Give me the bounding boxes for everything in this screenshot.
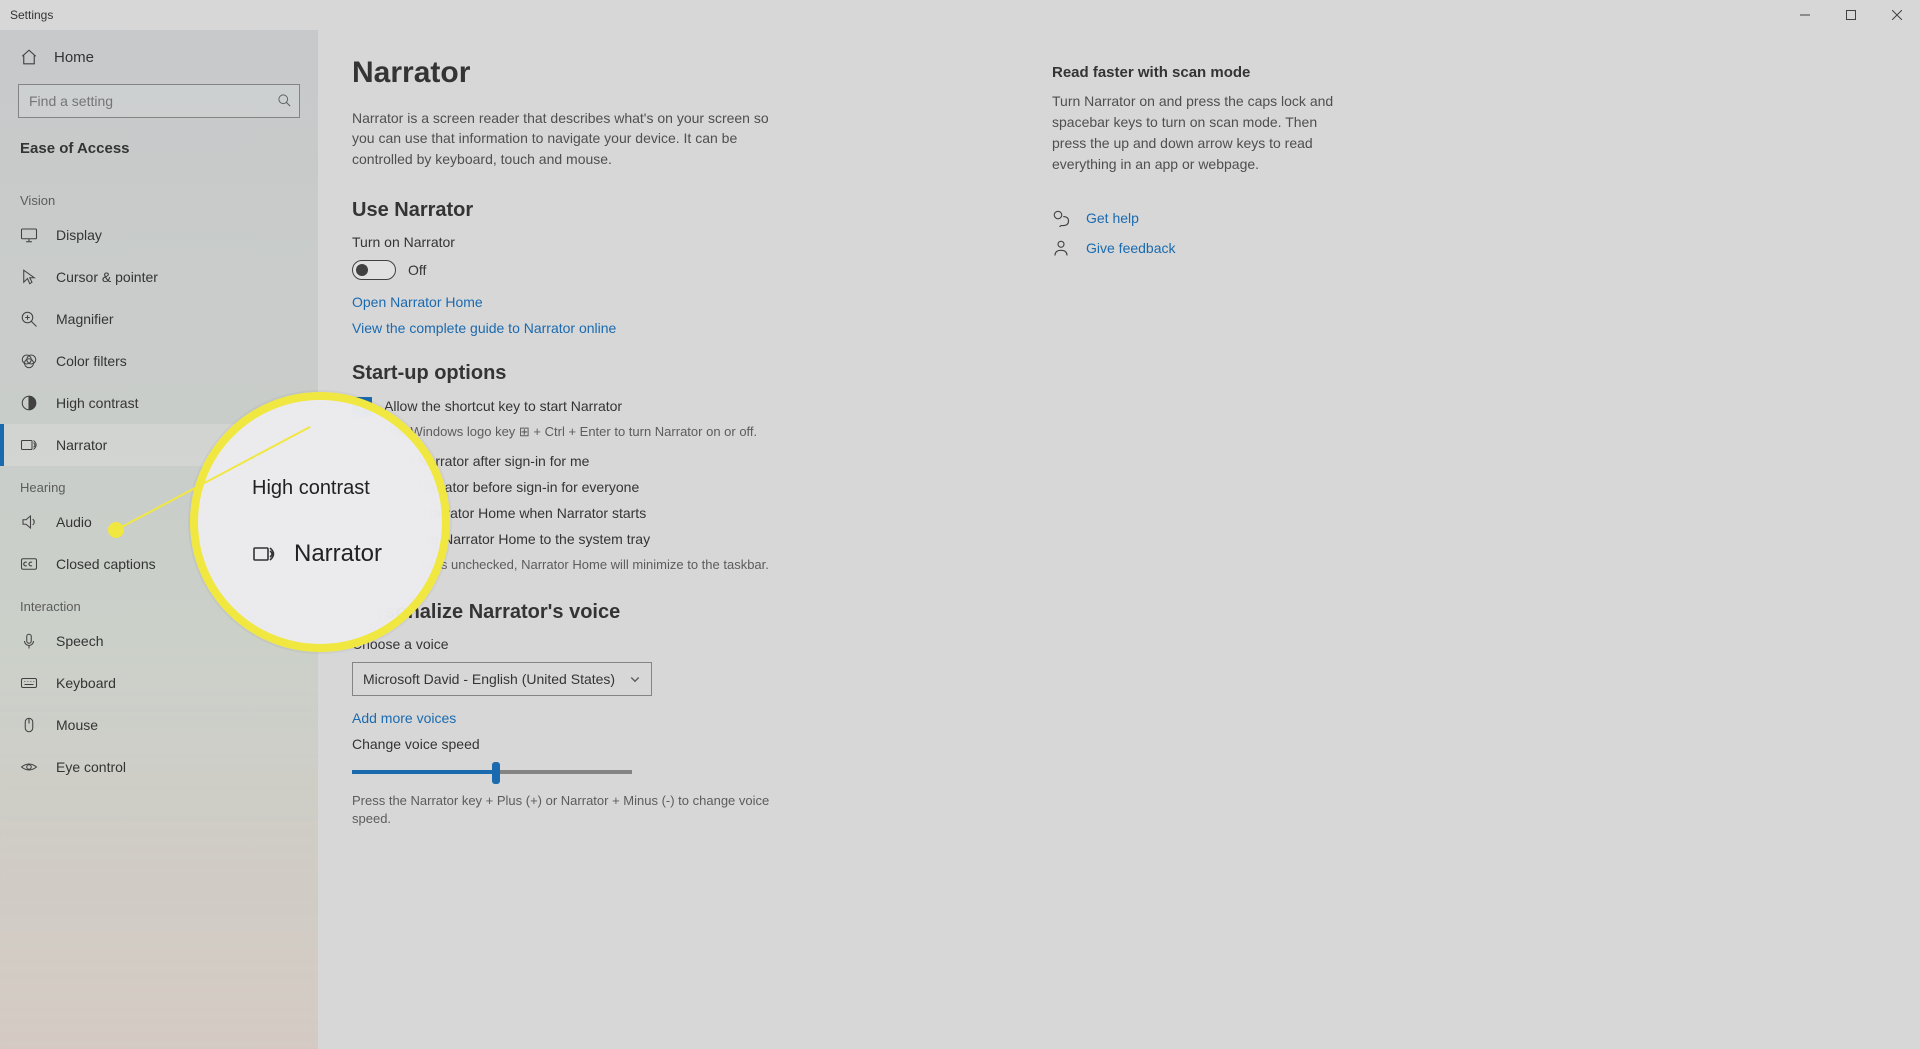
sidebar-item-colorfilters[interactable]: Color filters	[0, 340, 318, 382]
startup-heading: Start-up options	[352, 362, 1032, 385]
close-button[interactable]	[1874, 0, 1920, 30]
search-input-container	[18, 84, 300, 118]
sidebar-item-magnifier[interactable]: Magnifier	[0, 298, 318, 340]
sidebar-item-label: Speech	[56, 633, 103, 649]
choose-voice-label: Choose a voice	[352, 636, 1032, 652]
sidebar-item-label: Mouse	[56, 717, 98, 733]
speech-icon	[20, 632, 38, 650]
sidebar-item-mouse[interactable]: Mouse	[0, 704, 318, 746]
sidebar-item-label: High contrast	[56, 395, 138, 411]
annotation-highlight-circle: High contrast Narrator	[190, 392, 450, 652]
voice-speed-slider[interactable]	[352, 770, 632, 774]
mouse-icon	[20, 716, 38, 734]
chevron-down-icon	[629, 673, 641, 685]
annotation-row-narrator: Narrator	[252, 540, 442, 568]
narrator-icon	[20, 436, 38, 454]
keyboard-icon	[20, 674, 38, 692]
speed-label: Change voice speed	[352, 736, 1032, 752]
app-title: Settings	[10, 8, 53, 22]
content-column: Narrator Narrator is a screen reader tha…	[352, 56, 1032, 1049]
highcontrast-icon	[20, 394, 38, 412]
magnifier-icon	[20, 310, 38, 328]
speed-hint: Press the Narrator key + Plus (+) or Nar…	[352, 792, 782, 830]
sidebar-item-label: Keyboard	[56, 675, 116, 691]
tip-title: Read faster with scan mode	[1052, 64, 1352, 81]
home-icon	[20, 48, 38, 66]
sidebar-item-label: Magnifier	[56, 311, 114, 327]
category-header: Ease of Access	[0, 136, 318, 179]
narrator-toggle[interactable]	[352, 260, 396, 280]
audio-icon	[20, 513, 38, 531]
tip-body: Turn Narrator on and press the caps lock…	[1052, 91, 1352, 175]
voice-selected: Microsoft David - English (United States…	[363, 671, 615, 687]
search-icon	[277, 93, 292, 108]
sidebar-item-label: Cursor & pointer	[56, 269, 158, 285]
annotation-label: Narrator	[294, 540, 382, 568]
give-feedback-label: Give feedback	[1086, 240, 1176, 256]
eye-icon	[20, 758, 38, 776]
titlebar: Settings	[0, 0, 1920, 30]
toggle-label: Turn on Narrator	[352, 234, 1032, 250]
right-pane: Read faster with scan mode Turn Narrator…	[1032, 56, 1352, 1049]
get-help-link[interactable]: Get help	[1052, 209, 1352, 227]
sidebar-item-label: Closed captions	[56, 556, 156, 572]
cursor-icon	[20, 268, 38, 286]
use-narrator-heading: Use Narrator	[352, 199, 1032, 222]
sidebar-item-label: Display	[56, 227, 102, 243]
sidebar-item-label: Color filters	[56, 353, 127, 369]
sidebar-item-label: Audio	[56, 514, 92, 530]
annotation-label: High contrast	[252, 477, 370, 500]
home-button[interactable]: Home	[0, 38, 318, 84]
page-description: Narrator is a screen reader that describ…	[352, 108, 792, 169]
toggle-state: Off	[408, 262, 426, 278]
annotation-row-highcontrast: High contrast	[252, 477, 442, 500]
help-icon	[1052, 209, 1070, 227]
give-feedback-link[interactable]: Give feedback	[1052, 239, 1352, 257]
maximize-button[interactable]	[1828, 0, 1874, 30]
narrator-guide-link[interactable]: View the complete guide to Narrator onli…	[352, 320, 1032, 336]
page-title: Narrator	[352, 56, 1032, 90]
annotation-dot	[108, 522, 124, 538]
group-vision: Vision	[0, 179, 318, 214]
sidebar-item-eyecontrol[interactable]: Eye control	[0, 746, 318, 788]
shortcut-key-label: Allow the shortcut key to start Narrator	[384, 397, 622, 414]
add-voices-link[interactable]: Add more voices	[352, 710, 1032, 726]
open-narrator-home-link[interactable]: Open Narrator Home	[352, 294, 1032, 310]
display-icon	[20, 226, 38, 244]
search-input[interactable]	[18, 84, 300, 118]
get-help-label: Get help	[1086, 210, 1139, 226]
minimize-button[interactable]	[1782, 0, 1828, 30]
feedback-icon	[1052, 239, 1070, 257]
main-panel: Narrator Narrator is a screen reader tha…	[318, 30, 1920, 1049]
sidebar-item-label: Narrator	[56, 437, 107, 453]
colorfilters-icon	[20, 352, 38, 370]
sidebar-item-display[interactable]: Display	[0, 214, 318, 256]
home-label: Home	[54, 49, 94, 66]
sidebar-item-keyboard[interactable]: Keyboard	[0, 662, 318, 704]
voice-heading: Personalize Narrator's voice	[352, 601, 1032, 624]
sidebar-item-cursor[interactable]: Cursor & pointer	[0, 256, 318, 298]
sidebar-item-label: Eye control	[56, 759, 126, 775]
cc-icon	[20, 555, 38, 573]
narrator-icon	[252, 542, 276, 566]
voice-select[interactable]: Microsoft David - English (United States…	[352, 662, 652, 696]
